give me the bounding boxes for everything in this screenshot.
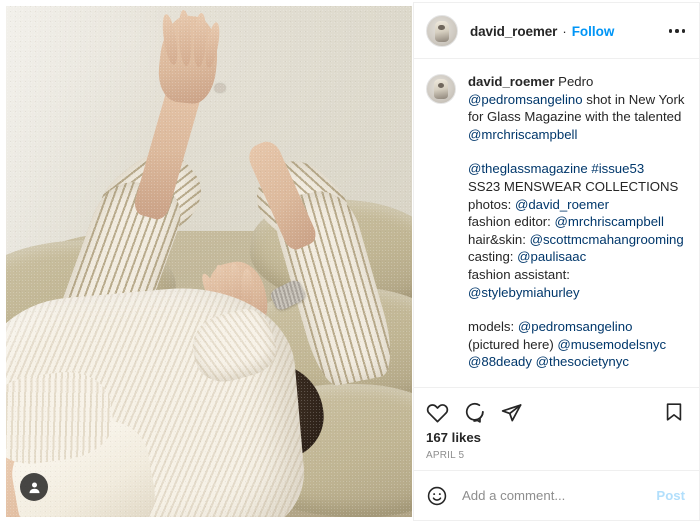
more-dot	[668, 29, 672, 33]
caption-line: @88deady @thesocietynyc	[468, 353, 685, 371]
more-dot	[681, 29, 685, 33]
caption-mention-link[interactable]: @88deady	[468, 354, 532, 369]
like-button[interactable]	[426, 401, 449, 424]
caption-plain-text: Pedro	[558, 74, 594, 89]
header-identity: david_roemer · Follow	[470, 24, 658, 39]
caption-mention-link[interactable]: @mrchriscampbell	[555, 214, 664, 229]
caption-mention-link[interactable]: @mrchriscampbell	[468, 127, 577, 142]
caption-mention-link[interactable]: @theglassmagazine	[468, 161, 588, 176]
heart-icon	[426, 403, 449, 422]
emoji-smiley-icon	[427, 486, 447, 505]
post-comment-button[interactable]: Post	[656, 488, 685, 503]
caption-line: fashion editor: @mrchriscampbell	[468, 213, 685, 231]
header-username[interactable]: david_roemer	[470, 24, 557, 39]
caption-plain-text: hair&skin:	[468, 231, 530, 247]
caption-text: david_roemer Pedro @pedromsangelino shot…	[468, 73, 685, 387]
post-side-panel: david_roemer · Follow david_roemer Pedro…	[413, 2, 700, 521]
caption-mention-link[interactable]: @scottmcmahangrooming	[530, 232, 684, 247]
post-date: APRIL 5	[426, 450, 465, 461]
share-button[interactable]	[500, 401, 523, 424]
person-icon	[29, 482, 39, 493]
caption-scroll-area[interactable]: david_roemer Pedro @pedromsangelino shot…	[414, 59, 699, 387]
caption-avatar[interactable]	[426, 74, 456, 104]
action-icon-row	[426, 395, 685, 429]
caption-mention-link[interactable]: #issue53	[591, 161, 644, 176]
caption-line: photos: @david_roemer	[468, 196, 685, 214]
bookmark-icon	[666, 403, 682, 421]
comment-bubble-icon	[465, 402, 484, 423]
caption-plain-text: (pictured here)	[468, 336, 558, 352]
post-media-column	[0, 0, 413, 519]
caption-plain-text: casting:	[468, 249, 518, 265]
caption-plain-text: fashion assistant:	[468, 266, 570, 282]
more-dot	[675, 29, 679, 33]
header-separator: ·	[562, 23, 567, 39]
comment-bar: Post	[414, 470, 699, 520]
save-button[interactable]	[663, 401, 685, 423]
caption-line: models: @pedromsangelino	[468, 318, 685, 336]
caption-row: david_roemer Pedro @pedromsangelino shot…	[426, 73, 685, 387]
caption-mention-link[interactable]: @pedromsangelino	[468, 92, 583, 107]
emoji-picker-button[interactable]	[426, 485, 448, 507]
post-header: david_roemer · Follow	[414, 3, 699, 59]
caption-mention-link[interactable]: @stylebymiahurley	[468, 285, 580, 300]
caption-plain-text: models:	[468, 319, 518, 335]
likes-count[interactable]: 167 likes	[426, 430, 685, 445]
caption-plain-text: SS23 MENSWEAR COLLECTIONS	[468, 178, 679, 194]
more-options-icon[interactable]	[658, 29, 685, 33]
caption-plain-text: fashion editor:	[468, 214, 555, 230]
caption-mention-link[interactable]: @paulisaac	[517, 249, 586, 264]
post-actions: 167 likes APRIL 5	[414, 387, 699, 470]
caption-line: casting: @paulisaac	[468, 248, 685, 266]
share-paper-plane-icon	[501, 403, 522, 421]
tagged-users-badge[interactable]	[20, 473, 48, 501]
caption-line: SS23 MENSWEAR COLLECTIONS	[468, 178, 685, 196]
post-photo[interactable]	[6, 6, 412, 517]
avatar[interactable]	[426, 15, 458, 47]
caption-line: fashion assistant: @stylebymiahurley	[468, 266, 685, 301]
follow-button[interactable]: Follow	[572, 24, 615, 39]
caption-username[interactable]: david_roemer	[468, 74, 555, 89]
instagram-post-card: david_roemer · Follow david_roemer Pedro…	[0, 0, 700, 521]
caption-line: hair&skin: @scottmcmahangrooming	[468, 231, 685, 249]
caption-mention-link[interactable]: @thesocietynyc	[536, 354, 629, 369]
caption-plain-text: photos:	[468, 196, 515, 212]
caption-line: (pictured here) @musemodelsnyc	[468, 336, 685, 354]
caption-line: @theglassmagazine #issue53	[468, 160, 685, 178]
caption-mention-link[interactable]: @pedromsangelino	[518, 319, 633, 334]
avatar-image	[434, 20, 450, 42]
caption-mention-link[interactable]: @musemodelsnyc	[557, 337, 666, 352]
comment-input[interactable]	[460, 487, 649, 504]
photo-ring	[215, 83, 225, 92]
caption-content: Pedro @pedromsangelino shot in New York …	[468, 74, 685, 387]
caption-mention-link[interactable]: @david_roemer	[515, 197, 609, 212]
comment-button[interactable]	[463, 401, 486, 424]
